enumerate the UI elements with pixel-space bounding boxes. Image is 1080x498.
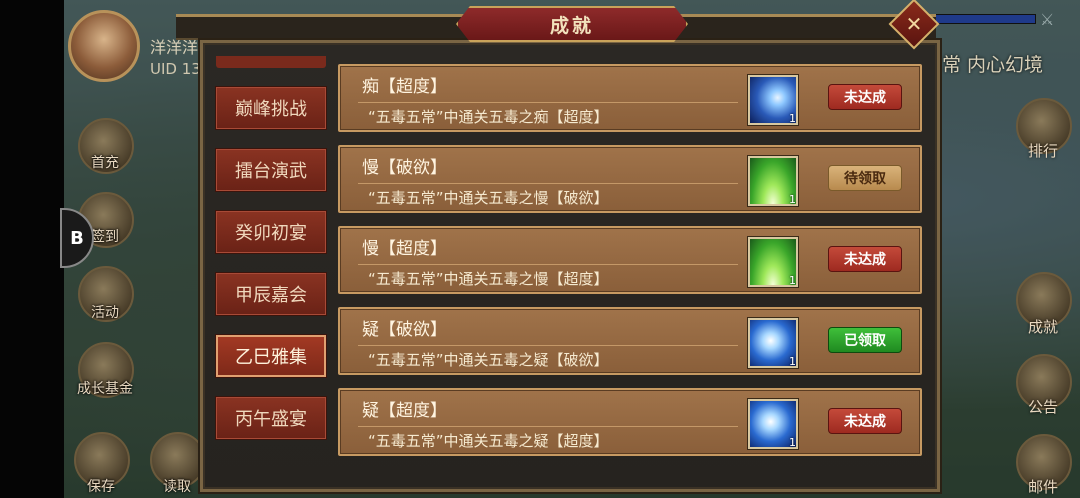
reward-count: 1 [789, 436, 796, 449]
achievement-desc: “五毒五常”中通关五毒之慢【超度】 [368, 270, 609, 288]
claim-button[interactable]: 待领取 [828, 165, 902, 191]
close-icon: ✕ [905, 12, 923, 36]
tab-bingwu[interactable]: 丙午盛宴 [215, 396, 327, 440]
lightning-icon[interactable]: 1 [748, 318, 798, 368]
achievement-title: 慢【超度】 [362, 239, 447, 259]
achievement-row: 疑【破欲】 “五毒五常”中通关五毒之疑【破欲】 1 已领取 [338, 307, 922, 375]
lightning-icon[interactable]: 1 [748, 399, 798, 449]
tab-label: 巅峰挑战 [235, 99, 307, 120]
tab-label: 乙巳雅集 [235, 347, 307, 368]
reward-count: 1 [789, 112, 796, 125]
row-divider [358, 102, 738, 103]
tab-arena[interactable]: 擂台演武 [215, 148, 327, 192]
green-light-icon[interactable]: 1 [748, 237, 798, 287]
moon-icon[interactable]: 1 [748, 75, 798, 125]
achievement-title: 痴【超度】 [362, 77, 447, 97]
panel-title: 成就 [549, 14, 594, 37]
tab-jiachen[interactable]: 甲辰嘉会 [215, 272, 327, 316]
row-divider [358, 426, 738, 427]
row-divider [358, 264, 738, 265]
progress-bar [930, 14, 1036, 24]
tab-label: 癸卯初宴 [235, 223, 307, 244]
tab-label: 丙午盛宴 [235, 409, 307, 430]
first-charge-label: 首充 [91, 155, 119, 171]
screen-edge-bar [0, 0, 64, 498]
status-badge: 未达成 [828, 84, 902, 110]
growth-fund-label: 成长基金 [77, 381, 133, 397]
mail-label: 邮件 [1028, 478, 1059, 496]
tab-label: 擂台演武 [235, 161, 307, 182]
activity-label: 活动 [91, 305, 119, 321]
row-divider [358, 345, 738, 346]
player-avatar[interactable] [68, 10, 140, 82]
achievement-row: 痴【超度】 “五毒五常”中通关五毒之痴【超度】 1 未达成 [338, 64, 922, 132]
achievement-row: 疑【超度】 “五毒五常”中通关五毒之疑【超度】 1 未达成 [338, 388, 922, 456]
tab-label: 甲辰嘉会 [235, 285, 307, 306]
status-label: 待领取 [844, 171, 886, 187]
tab-peak-challenge[interactable]: 巅峰挑战 [215, 86, 327, 130]
tab-yisi[interactable]: 乙巳雅集 [215, 334, 327, 378]
player-uid: UID 13 [150, 60, 201, 78]
status-badge: 已领取 [828, 327, 902, 353]
achievement-desc: “五毒五常”中通关五毒之疑【超度】 [368, 432, 609, 450]
achievement-row: 慢【破欲】 “五毒五常”中通关五毒之慢【破欲】 1 待领取 [338, 145, 922, 213]
achievement-title: 疑【超度】 [362, 401, 447, 421]
scene-title: 常 内心幻境 [942, 54, 1044, 76]
status-badge: 未达成 [828, 408, 902, 434]
ally-emblem-icon: ⚔ [1040, 10, 1055, 29]
achievement-title: 疑【破欲】 [362, 320, 447, 340]
status-label: 已领取 [844, 333, 886, 349]
status-label: 未达成 [844, 252, 886, 268]
reward-count: 1 [789, 274, 796, 287]
reward-count: 1 [789, 355, 796, 368]
floating-assist-label: B [70, 227, 84, 249]
row-divider [358, 183, 738, 184]
tab-scroll-sliver [216, 56, 326, 68]
ranking-label: 排行 [1028, 142, 1059, 160]
achievement-desc: “五毒五常”中通关五毒之痴【超度】 [368, 108, 609, 126]
achievement-desc: “五毒五常”中通关五毒之疑【破欲】 [368, 351, 609, 369]
panel-title-plate: 成就 [456, 6, 688, 42]
reward-count: 1 [789, 193, 796, 206]
achievement-desc: “五毒五常”中通关五毒之慢【破欲】 [368, 189, 609, 207]
achievement-row: 慢【超度】 “五毒五常”中通关五毒之慢【超度】 1 未达成 [338, 226, 922, 294]
save-label: 保存 [87, 479, 115, 495]
green-light-icon[interactable]: 1 [748, 156, 798, 206]
status-label: 未达成 [844, 90, 886, 106]
tab-guimao[interactable]: 癸卯初宴 [215, 210, 327, 254]
achievement-title: 慢【破欲】 [362, 158, 447, 178]
status-badge: 未达成 [828, 246, 902, 272]
status-label: 未达成 [844, 414, 886, 430]
achievement-label: 成就 [1028, 318, 1059, 336]
announcement-label: 公告 [1028, 398, 1059, 416]
